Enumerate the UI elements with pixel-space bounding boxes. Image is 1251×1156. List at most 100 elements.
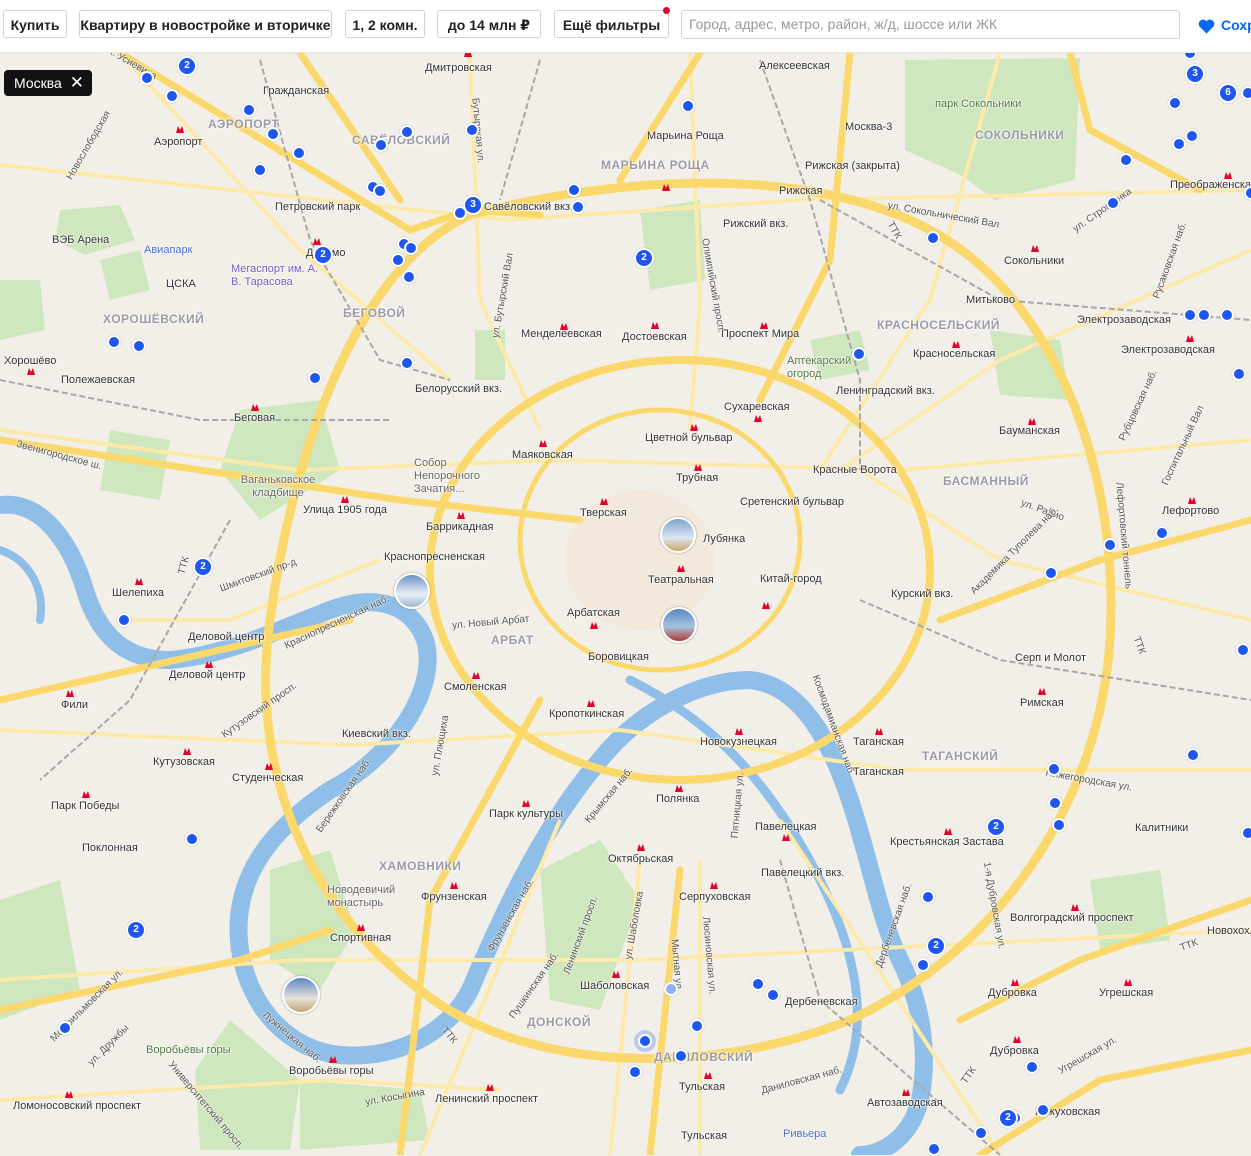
listing-pin[interactable] <box>465 123 479 137</box>
listing-pin[interactable] <box>1241 86 1251 100</box>
listing-pin[interactable] <box>292 146 306 160</box>
listing-pin[interactable] <box>165 89 179 103</box>
listing-pin[interactable] <box>132 339 146 353</box>
listing-pin[interactable] <box>571 200 585 214</box>
listing-pin[interactable] <box>1186 748 1200 762</box>
listing-pin[interactable] <box>1119 153 1133 167</box>
listing-pin[interactable] <box>690 1019 704 1033</box>
bolshoi-theatre-photo-marker[interactable] <box>660 517 696 553</box>
station-label: Театральная <box>648 574 714 586</box>
metro-icon <box>1071 904 1079 911</box>
listing-pin[interactable] <box>1185 129 1199 143</box>
kremlin-photo-marker[interactable] <box>661 607 697 643</box>
listing-pin[interactable] <box>1244 186 1251 200</box>
metro-icon <box>710 882 718 889</box>
listing-pin[interactable] <box>1236 643 1250 657</box>
listing-pin[interactable] <box>1103 538 1117 552</box>
poi-label: ВЭБ Арена <box>52 234 110 246</box>
listing-pin[interactable] <box>567 183 581 197</box>
listing-pin[interactable] <box>391 253 405 267</box>
listing-pin[interactable] <box>916 958 930 972</box>
search-input[interactable]: Город, адрес, метро, район, ж/д, шоссе и… <box>681 10 1180 39</box>
listing-cluster-pin[interactable]: 3 <box>1185 64 1205 84</box>
listing-pin[interactable] <box>1048 796 1062 810</box>
metro-icon <box>135 578 143 585</box>
listing-cluster-pin[interactable]: 2 <box>986 817 1006 837</box>
listing-cluster-pin[interactable]: 2 <box>193 557 213 577</box>
selected-listing-pin[interactable] <box>634 1030 656 1052</box>
white-house-photo-marker[interactable] <box>394 573 430 609</box>
listing-pin[interactable] <box>1052 818 1066 832</box>
metro-icon <box>735 728 743 735</box>
listing-pin[interactable] <box>1044 566 1058 580</box>
listing-pin[interactable] <box>140 71 154 85</box>
listing-pin[interactable] <box>404 241 418 255</box>
listing-pin[interactable] <box>1232 367 1246 381</box>
station-label: Белорусский вкз. <box>415 383 503 395</box>
listing-pin[interactable] <box>58 1021 72 1035</box>
metro-icon <box>944 828 952 835</box>
listing-pin[interactable] <box>751 977 765 991</box>
station-label: Марьина Роща <box>647 130 724 142</box>
listing-pin[interactable] <box>242 103 256 117</box>
listing-pin[interactable] <box>1047 762 1061 776</box>
metro-icon <box>782 834 790 841</box>
listing-pin[interactable] <box>674 1049 688 1063</box>
metro-icon <box>486 1084 494 1091</box>
listing-pin[interactable] <box>1036 1103 1050 1117</box>
listing-pin[interactable] <box>926 231 940 245</box>
region-chip[interactable]: Москва ✕ <box>4 70 93 96</box>
listing-pin[interactable] <box>927 1142 941 1156</box>
listing-pin[interactable] <box>308 371 322 385</box>
station-label: Полянка <box>656 793 700 805</box>
luzhniki-photo-marker[interactable] <box>282 976 320 1014</box>
listing-pin[interactable] <box>1168 96 1182 110</box>
listing-cluster-pin[interactable]: 2 <box>926 936 946 956</box>
listing-pin[interactable] <box>1241 826 1251 840</box>
filters-indicator-dot <box>663 7 670 14</box>
metro-icon <box>82 791 90 798</box>
price-button[interactable]: до 14 млн ₽ <box>437 10 541 38</box>
listing-pin[interactable] <box>921 890 935 904</box>
listing-cluster-pin[interactable]: 6 <box>1218 83 1238 103</box>
rooms-button[interactable]: 1, 2 комн. <box>345 10 425 38</box>
listing-cluster-pin[interactable]: 2 <box>313 245 333 265</box>
listing-pin[interactable] <box>852 347 866 361</box>
metro-icon <box>612 971 620 978</box>
listing-cluster-pin[interactable]: 2 <box>998 1108 1018 1128</box>
listing-pin[interactable] <box>400 125 414 139</box>
listing-pin[interactable] <box>681 99 695 113</box>
property-type-button[interactable]: Квартиру в новостройке и вторичке <box>79 10 332 38</box>
listing-pin[interactable] <box>185 832 199 846</box>
listing-cluster-pin[interactable]: 2 <box>177 56 197 76</box>
listing-pin[interactable] <box>628 1065 642 1079</box>
listing-cluster-pin[interactable]: 2 <box>634 248 654 268</box>
listing-cluster-pin[interactable]: 2 <box>126 920 146 940</box>
listing-pin[interactable] <box>117 613 131 627</box>
listing-pin[interactable] <box>253 163 267 177</box>
listing-pin[interactable] <box>1172 137 1186 151</box>
save-search-button[interactable]: Сохр <box>1198 14 1251 38</box>
close-icon[interactable]: ✕ <box>70 73 84 92</box>
more-filters-button[interactable]: Ещё фильтры <box>554 10 669 38</box>
listing-pin-visited[interactable] <box>664 982 678 996</box>
deal-type-button[interactable]: Купить <box>3 10 67 38</box>
listing-pin[interactable] <box>107 335 121 349</box>
listing-pin[interactable] <box>1183 308 1197 322</box>
station-label: Китай-город <box>760 573 822 585</box>
listing-pin[interactable] <box>1025 1060 1039 1074</box>
listing-pin[interactable] <box>402 270 416 284</box>
listing-pin[interactable] <box>400 356 414 370</box>
listing-pin[interactable] <box>1220 308 1234 322</box>
listing-pin[interactable] <box>266 127 280 141</box>
listing-pin[interactable] <box>1106 196 1120 210</box>
station-label: Серп и Молот <box>1015 652 1087 664</box>
listing-cluster-pin[interactable]: 3 <box>463 195 483 215</box>
listing-pin[interactable] <box>974 1126 988 1140</box>
listing-pin[interactable] <box>374 138 388 152</box>
station-label: Спортивная <box>330 932 392 944</box>
listing-pin[interactable] <box>373 184 387 198</box>
listing-pin[interactable] <box>1155 526 1169 540</box>
listing-pin[interactable] <box>1197 308 1211 322</box>
listing-pin[interactable] <box>766 988 780 1002</box>
